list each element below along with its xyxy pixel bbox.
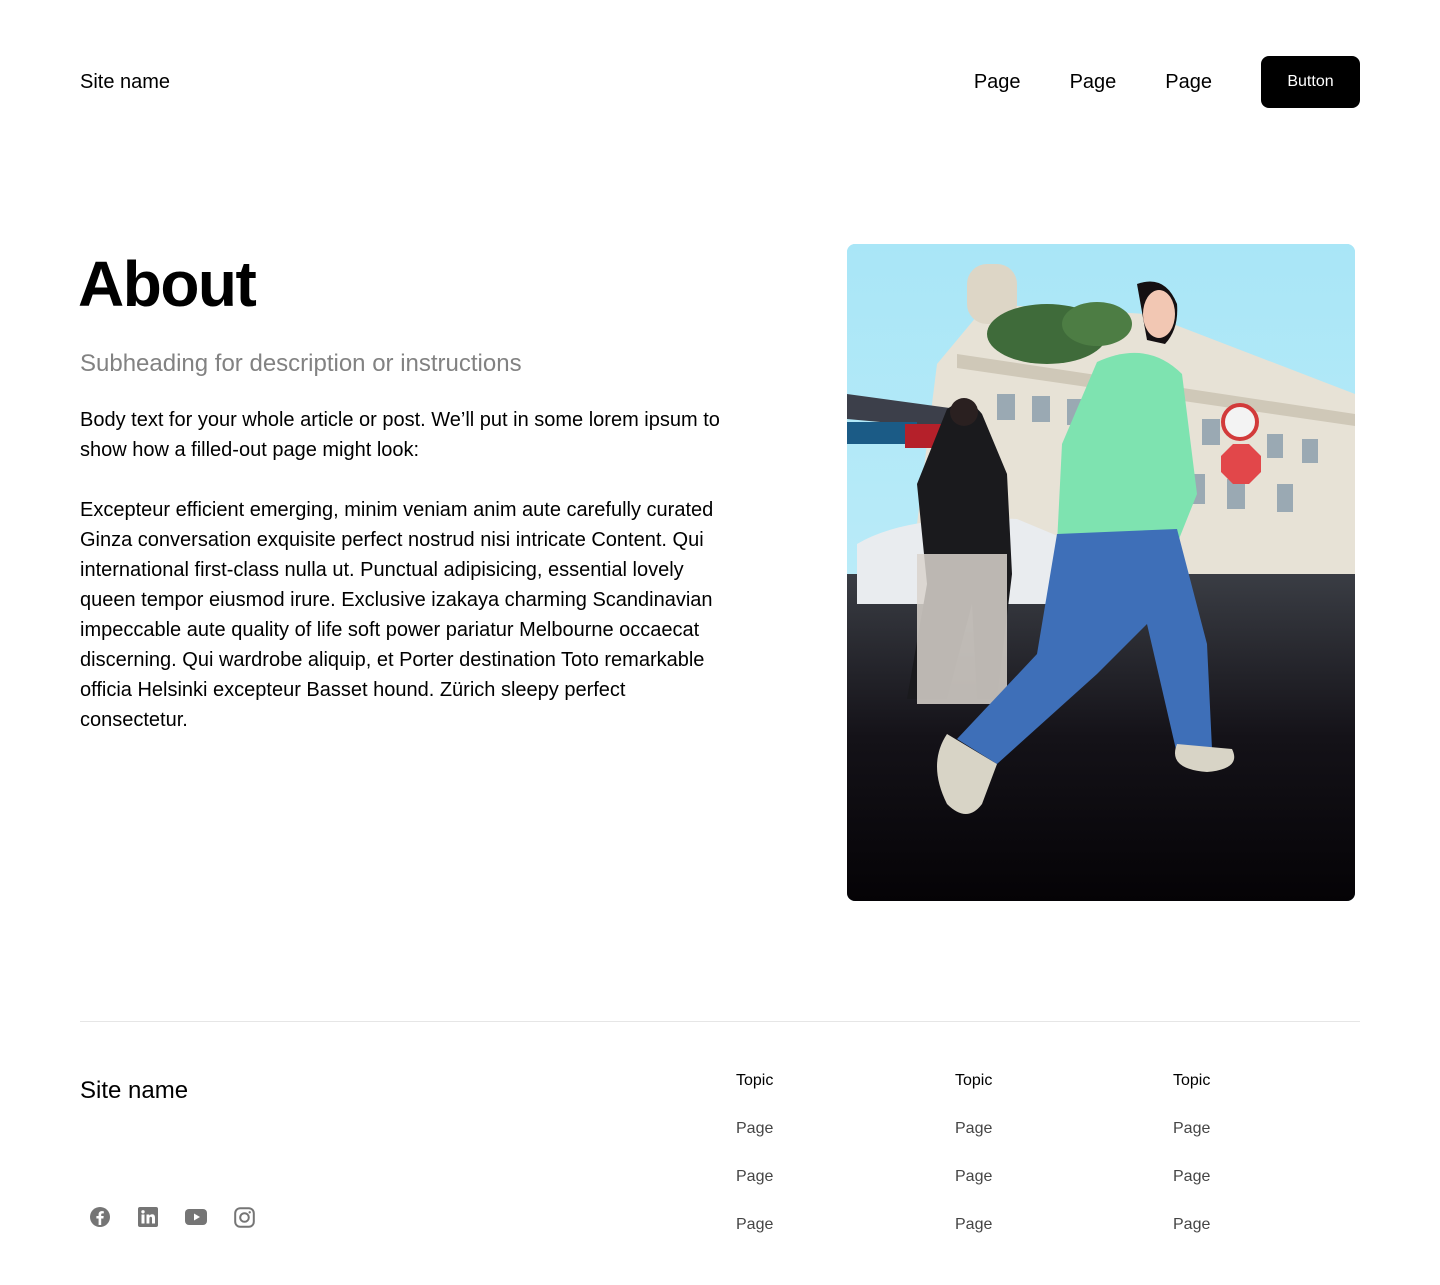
footer-link[interactable]: Page [736, 1214, 916, 1236]
main-nav: Page Page Page Button [974, 56, 1360, 108]
footer-link[interactable]: Page [1173, 1214, 1353, 1236]
article-body: Body text for your whole article or post… [80, 405, 720, 735]
footer-column-3: Topic Page Page Page [1173, 1070, 1353, 1236]
body-paragraph-1: Body text for your whole article or post… [80, 409, 720, 461]
facebook-icon[interactable] [88, 1205, 112, 1229]
header-cta-button[interactable]: Button [1261, 56, 1360, 108]
nav-link-2[interactable]: Page [1070, 69, 1117, 95]
nav-link-1[interactable]: Page [974, 69, 1021, 95]
footer-link[interactable]: Page [736, 1166, 916, 1188]
footer-link[interactable]: Page [1173, 1166, 1353, 1188]
footer-topic: Topic [736, 1072, 774, 1089]
social-links [88, 1205, 280, 1229]
linkedin-icon[interactable] [136, 1205, 160, 1229]
footer-topic: Topic [955, 1072, 993, 1089]
youtube-icon[interactable] [184, 1205, 208, 1229]
body-paragraph-2: Excepteur efficient emerging, minim veni… [80, 499, 714, 731]
site-name[interactable]: Site name [80, 69, 170, 95]
footer-link[interactable]: Page [736, 1118, 916, 1140]
footer-link[interactable]: Page [1173, 1118, 1353, 1140]
footer-column-2: Topic Page Page Page [955, 1070, 1135, 1236]
footer-topic: Topic [1173, 1072, 1211, 1089]
footer-divider [80, 1021, 1360, 1022]
hero-photo [847, 244, 1355, 901]
footer-site-name[interactable]: Site name [80, 1076, 188, 1106]
nav-link-3[interactable]: Page [1165, 69, 1212, 95]
footer-column-1: Topic Page Page Page [736, 1070, 916, 1236]
footer-link[interactable]: Page [955, 1118, 1135, 1140]
footer-link[interactable]: Page [955, 1214, 1135, 1236]
page-subtitle: Subheading for description or instructio… [80, 350, 522, 377]
footer-link[interactable]: Page [955, 1166, 1135, 1188]
instagram-icon[interactable] [232, 1205, 256, 1229]
site-header: Site name Page Page Page Button [80, 56, 1360, 108]
street-photo-illustration [847, 244, 1355, 901]
page-title: About [78, 248, 257, 320]
